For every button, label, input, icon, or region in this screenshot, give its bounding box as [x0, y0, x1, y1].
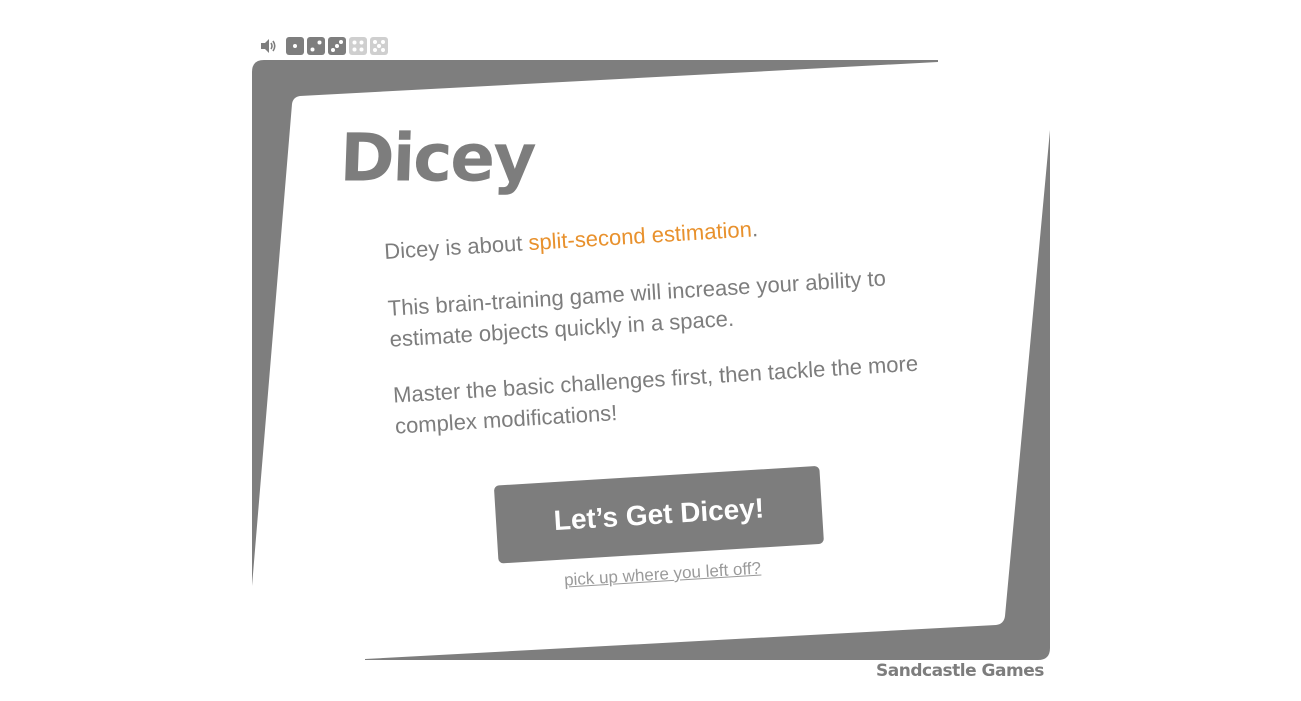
start-game-button[interactable]: Let’s Get Dicey!: [493, 465, 825, 564]
speaker-icon[interactable]: [259, 36, 279, 56]
die-level-2-icon[interactable]: [307, 37, 325, 55]
publisher-logo: Sandcastle Games: [876, 661, 1044, 681]
intro-card: Dicey Dicey is about split-second estima…: [330, 61, 1001, 619]
description-paragraph: This brain-training game will increase y…: [387, 265, 887, 352]
intro-highlight: split-second estimation: [527, 216, 753, 256]
die-level-3-icon[interactable]: [328, 37, 346, 55]
die-level-5-icon[interactable]: [370, 37, 388, 55]
intro-prefix: Dicey is about: [383, 230, 530, 264]
game-title: Dicey: [338, 119, 536, 197]
die-level-4-icon[interactable]: [349, 37, 367, 55]
intro-line: Dicey is about split-second estimation.: [383, 203, 944, 267]
top-toolbar: [259, 36, 388, 56]
die-level-1-icon[interactable]: [286, 37, 304, 55]
intro-suffix: .: [750, 216, 759, 242]
game-screen: Dicey Dicey is about split-second estima…: [0, 0, 1301, 701]
resume-game-link[interactable]: pick up where you left off?: [499, 555, 826, 595]
instructions-paragraph: Master the basic challenges first, then …: [392, 350, 919, 439]
